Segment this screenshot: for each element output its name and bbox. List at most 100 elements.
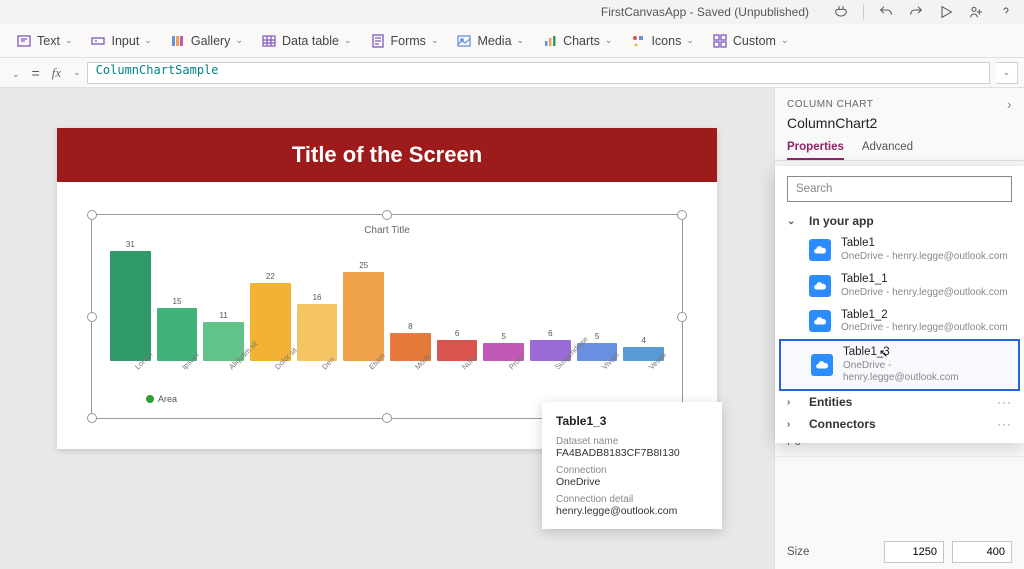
chevron-down-icon: ⌄ [517,35,525,46]
form-icon [370,33,386,49]
media-icon [456,33,472,49]
control-name: ColumnChart2 [787,115,1012,131]
ribbon-gallery[interactable]: Gallery⌄ [162,29,251,53]
datasource-item[interactable]: Table1_3OneDrive - henry.legge@outlook.c… [779,339,1020,391]
tab-advanced[interactable]: Advanced [862,141,913,160]
screen-title: Title of the Screen [57,128,717,182]
control-type-label: COLUMN CHART › [787,96,1012,112]
chevron-down-icon: ⌄ [65,35,73,46]
chart-bars: 31Lorem15Ipsum11Aliquam sit22Dolor sit16… [106,244,668,374]
input-icon [90,33,106,49]
resize-handle[interactable] [87,413,97,423]
chevron-down-icon: ⌄ [605,35,613,46]
chart-bar: 5Proin [483,332,524,374]
onedrive-icon [809,239,831,261]
ribbon-input[interactable]: Input⌄ [82,29,159,53]
datasource-picker: Search ⌄ In your app Table1OneDrive - he… [775,166,1024,443]
chevron-right-icon: › [787,397,801,408]
section-entities[interactable]: › Entities ··· [775,391,1024,413]
chart-bar: 31Lorem [110,240,151,374]
redo-icon[interactable] [908,4,924,20]
ribbon-icons[interactable]: Icons⌄ [622,29,701,53]
onedrive-icon [809,275,831,297]
chevron-right-icon: › [787,419,801,430]
icons-icon [630,33,646,49]
onedrive-icon [809,310,831,332]
legend-marker [146,395,154,403]
share-icon[interactable] [968,4,984,20]
properties-panel: COLUMN CHART › ColumnChart2 Properties A… [774,88,1024,569]
legend-label: Area [158,394,177,404]
ribbon-media[interactable]: Media⌄ [448,29,532,53]
formula-input[interactable]: ColumnChartSample [87,62,990,84]
ribbon-forms[interactable]: Forms⌄ [362,29,447,53]
datasource-tooltip: Table1_3 Dataset name FA4BADB8183CF7B8I1… [542,402,722,529]
app-title: FirstCanvasApp - Saved (Unpublished) [601,5,809,19]
table-icon [261,33,277,49]
datasource-item[interactable]: Table1_1OneDrive - henry.legge@outlook.c… [775,268,1024,304]
chevron-down-icon: ⌄ [144,35,152,46]
resize-handle[interactable] [382,413,392,423]
chevron-down-icon: ⌄ [781,35,789,46]
chevron-down-icon: ⌄ [787,216,801,227]
undo-icon[interactable] [878,4,894,20]
canvas-area[interactable]: Title of the Screen Chart Title 31Lorem1… [0,88,774,569]
chart-bar: 22Dolor sit [250,272,291,374]
title-bar: FirstCanvasApp - Saved (Unpublished) [0,0,1024,24]
chevron-down-icon: ⌄ [235,35,243,46]
chevron-right-icon[interactable]: › [1007,96,1012,112]
datasource-item[interactable]: Table1_2OneDrive - henry.legge@outlook.c… [775,304,1024,340]
ribbon-insert: Text⌄Input⌄Gallery⌄Data table⌄Forms⌄Medi… [0,24,1024,58]
chart-bar: 11Aliquam sit [203,311,244,374]
chart-bar: 15Ipsum [157,297,198,374]
section-in-your-app[interactable]: ⌄ In your app [775,210,1024,232]
width-input[interactable] [884,541,944,563]
formula-expand-button[interactable]: ⌄ [996,62,1018,84]
chart-bar: 6Suspendisse [530,329,571,374]
tooltip-title: Table1_3 [556,414,708,428]
resize-handle[interactable] [87,210,97,220]
fx-equals: = [32,65,40,81]
app-checker-icon[interactable] [833,4,849,20]
more-icon[interactable]: ··· [997,395,1012,409]
tab-properties[interactable]: Properties [787,141,844,160]
resize-handle[interactable] [677,312,687,322]
help-icon[interactable] [998,4,1014,20]
column-chart-control[interactable]: Chart Title 31Lorem15Ipsum11Aliquam sit2… [91,214,683,419]
gallery-icon [170,33,186,49]
cursor-icon: ↖ [879,347,888,360]
text-icon [16,33,32,49]
more-icon[interactable]: ··· [997,417,1012,431]
chart-bar: 4Vestib [623,336,664,374]
custom-icon [712,33,728,49]
resize-handle[interactable] [382,210,392,220]
chevron-down-icon: ⌄ [431,35,439,46]
resize-handle[interactable] [677,210,687,220]
height-input[interactable] [952,541,1012,563]
resize-handle[interactable] [87,312,97,322]
chart-title: Chart Title [106,225,668,236]
play-icon[interactable] [938,4,954,20]
ribbon-data-table[interactable]: Data table⌄ [253,29,360,53]
section-connectors[interactable]: › Connectors ··· [775,413,1024,435]
ribbon-charts[interactable]: Charts⌄ [534,29,620,53]
search-input[interactable]: Search [787,176,1012,202]
chevron-down-icon: ⌄ [686,35,694,46]
datasource-item[interactable]: Table1OneDrive - henry.legge@outlook.com [775,232,1024,268]
chart-bar: 8Morbi [390,322,431,374]
chart-icon [542,33,558,49]
chart-bar: 16Den [297,293,338,374]
app-canvas: Title of the Screen Chart Title 31Lorem1… [57,128,717,449]
fx-icon: fx [46,65,67,81]
chart-bar: 25Etiam [343,261,384,374]
properties-tabs: Properties Advanced [775,135,1024,161]
fx-property-selector[interactable]: ⌄ [6,66,26,80]
formula-bar: ⌄ = fx⌄ ColumnChartSample ⌄ [0,58,1024,88]
ribbon-custom[interactable]: Custom⌄ [704,29,797,53]
chevron-down-icon: ⌄ [344,35,352,46]
chart-bar: 6Nunc [437,329,478,374]
size-label: Size [787,546,809,558]
onedrive-icon [811,354,833,376]
size-property-row: Size [775,535,1024,569]
ribbon-text[interactable]: Text⌄ [8,29,80,53]
